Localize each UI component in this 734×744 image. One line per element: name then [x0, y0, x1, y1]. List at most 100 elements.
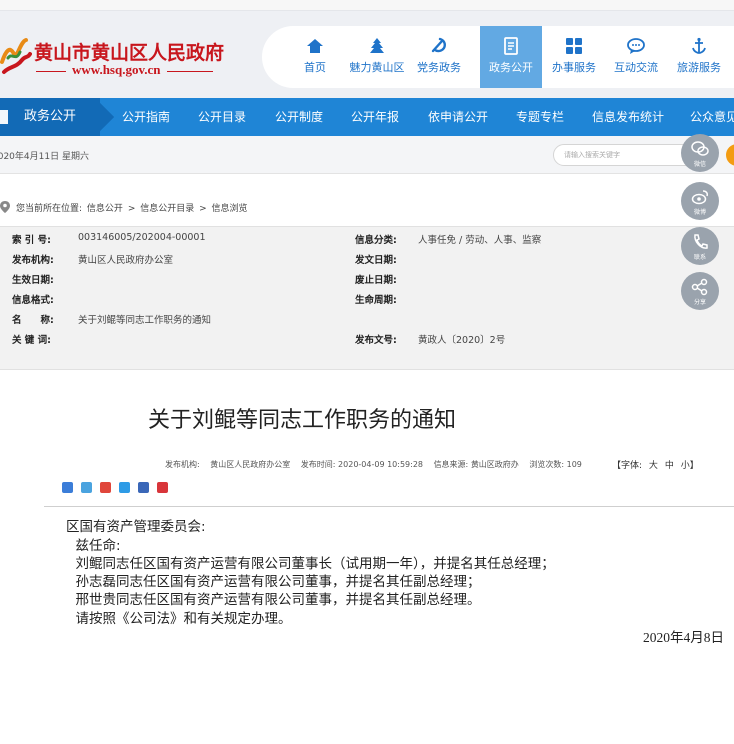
- category-label: 信息分类:: [355, 235, 397, 246]
- nav-tourism[interactable]: 旅游服务: [668, 26, 730, 88]
- font-size-switcher: 【字体: 大 中 小】: [610, 458, 701, 471]
- search-button[interactable]: [726, 144, 734, 166]
- share-wechat-button[interactable]: 微信: [681, 134, 719, 172]
- nav-label: 政务公开: [489, 61, 533, 74]
- main-nav: 首页 魅力黄山区 党务政务 政务公开 办事服务 互动交流 旅游服务: [262, 26, 734, 88]
- format-label: 信息格式:: [12, 295, 54, 306]
- share-weibo-button[interactable]: 微博: [681, 182, 719, 220]
- wechat-icon: [691, 141, 709, 156]
- doc-name-label: 名 称:: [12, 315, 54, 326]
- article-paragraph: 区国有资产管理委员会:: [66, 519, 206, 535]
- menu-statistics[interactable]: 信息发布统计: [592, 98, 664, 136]
- nav-home[interactable]: 首页: [284, 26, 346, 88]
- menu-system[interactable]: 公开制度: [275, 98, 323, 136]
- share-qq-icon[interactable]: [119, 482, 131, 493]
- nav-interaction[interactable]: 互动交流: [605, 26, 667, 88]
- meta-time: 2020-04-09 10:59:28: [338, 460, 424, 469]
- article-paragraph: 孙志磊同志任区国有资产运营有限公司董事，并提名其任副总经理；: [62, 574, 481, 590]
- index-label: 索 引 号:: [12, 235, 51, 246]
- share-plus-icon[interactable]: [62, 482, 73, 493]
- article-paragraph: 请按照《公司法》和有关规定办理。: [62, 611, 292, 627]
- publisher-label: 发布机构:: [12, 255, 54, 266]
- share-label: 微博: [693, 209, 706, 216]
- weibo-icon: [691, 190, 708, 205]
- keywords-label: 关 键 词:: [12, 335, 51, 346]
- menubar-home-label: 政务公开: [24, 109, 77, 124]
- breadcrumb-item-catalog[interactable]: 信息公开目录: [140, 204, 194, 214]
- meta-source: 黄山区政府办: [470, 460, 519, 469]
- article-sign-date: 2020年4月8日: [643, 630, 724, 645]
- share-label: 联系: [693, 254, 706, 261]
- share-renren-icon[interactable]: [138, 482, 150, 493]
- top-strip: [0, 0, 734, 11]
- home-icon: [307, 39, 323, 53]
- article-paragraph: 刘鲲同志任区国有资产运营有限公司董事长（试用期一年），并提名其任总经理；: [62, 556, 555, 572]
- site-url-text: www.hsq.gov.cn: [72, 62, 161, 77]
- meta-source-label: 信息来源:: [433, 460, 469, 469]
- nav-party-affairs[interactable]: 党务政务: [408, 26, 470, 88]
- breadcrumb-item-browse: 信息浏览: [211, 204, 248, 214]
- document-info-table: 索 引 号: 003146005/202004-00001 信息分类: 人事任免…: [0, 226, 734, 370]
- nav-label: 首页: [304, 61, 326, 74]
- index-value: 003146005/202004-00001: [78, 232, 206, 243]
- pine-tree-icon: [370, 38, 384, 53]
- menu-special-topics[interactable]: 专题专栏: [516, 98, 564, 136]
- menu-public-opinion[interactable]: 公众意见: [690, 98, 734, 136]
- menu-on-request[interactable]: 依申请公开: [428, 98, 488, 136]
- breadcrumb-trail: 您当前所在位置: 信息公开 > 信息公开目录 > 信息浏览: [16, 201, 250, 214]
- share-label: 微信: [693, 161, 706, 168]
- nav-gov-affairs-open[interactable]: 政务公开: [480, 26, 542, 88]
- info-row: 信息格式: 生命周期:: [0, 292, 734, 312]
- breadcrumb-separator: >: [199, 204, 207, 214]
- party-emblem-icon: [431, 37, 446, 53]
- menu-annual-report[interactable]: 公开年报: [351, 98, 399, 136]
- publisher-value: 黄山区人民政府办公室: [78, 255, 174, 266]
- doc-number-value: 黄政人〔2020〕2号: [418, 335, 506, 346]
- nav-label: 党务政务: [417, 61, 461, 74]
- grid-icon: [566, 38, 582, 54]
- chat-icon: [627, 38, 645, 54]
- meta-publisher-label: 发布机构:: [165, 460, 200, 469]
- menubar-current-section[interactable]: 政务公开: [0, 98, 100, 136]
- info-row: 关 键 词: 发布文号: 黄政人〔2020〕2号: [0, 332, 734, 352]
- logo-icon[interactable]: [0, 32, 32, 76]
- info-row: 发布机构: 黄山区人民政府办公室 发文日期:: [0, 252, 734, 272]
- breadcrumb-separator: >: [127, 204, 136, 214]
- share-contact-button[interactable]: 联系: [681, 227, 719, 265]
- info-row: 生效日期: 废止日期:: [0, 272, 734, 292]
- font-medium-button[interactable]: 中: [665, 461, 674, 471]
- share-icon: [691, 278, 708, 296]
- font-large-button[interactable]: 大: [649, 461, 658, 471]
- doc-number-label: 发布文号:: [355, 335, 397, 346]
- site-title[interactable]: 黄山市黄山区人民政府: [34, 38, 224, 65]
- share-weibo-icon[interactable]: [100, 482, 112, 493]
- menu-catalog[interactable]: 公开目录: [198, 98, 246, 136]
- article-title: 关于刘鲲等同志工作职务的通知: [147, 408, 456, 433]
- nav-charm-huangshan[interactable]: 魅力黄山区: [346, 26, 408, 88]
- meta-views: 109: [566, 460, 582, 469]
- nav-label: 互动交流: [614, 61, 658, 74]
- abolish-date-label: 废止日期:: [355, 275, 397, 286]
- lifecycle-label: 生命周期:: [355, 295, 397, 306]
- menu-guide[interactable]: 公开指南: [122, 98, 170, 136]
- info-row: 索 引 号: 003146005/202004-00001 信息分类: 人事任免…: [0, 232, 734, 252]
- date-search-bar: 2020年4月11日 星期六 请输入搜索关键字: [0, 136, 734, 174]
- nav-services[interactable]: 办事服务: [543, 26, 605, 88]
- share-qzone-icon[interactable]: [81, 482, 93, 493]
- category-value: 人事任免 / 劳动、人事、监察: [418, 235, 542, 246]
- font-small-button[interactable]: 小】: [681, 461, 699, 471]
- share-douban-icon[interactable]: [157, 482, 169, 493]
- breadcrumb-item-info-open[interactable]: 信息公开: [87, 204, 123, 214]
- font-size-label: 【字体:: [612, 461, 643, 471]
- share-more-button[interactable]: 分享: [681, 272, 719, 310]
- meta-time-label: 发布时间:: [300, 460, 336, 469]
- nav-label: 办事服务: [552, 61, 596, 74]
- share-icons-row: [62, 482, 171, 494]
- site-url: www.hsq.gov.cn: [34, 62, 219, 78]
- nav-label: 魅力黄山区: [349, 61, 405, 74]
- effective-date-label: 生效日期:: [12, 275, 54, 286]
- section-menubar: 政务公开 公开指南 公开目录 公开制度 公开年报 依申请公开 专题专栏 信息发布…: [0, 98, 734, 136]
- nav-label: 旅游服务: [677, 61, 721, 74]
- article-divider: [44, 506, 734, 507]
- site-header: 黄山市黄山区人民政府 www.hsq.gov.cn 首页 魅力黄山区 党务政务 …: [0, 0, 734, 98]
